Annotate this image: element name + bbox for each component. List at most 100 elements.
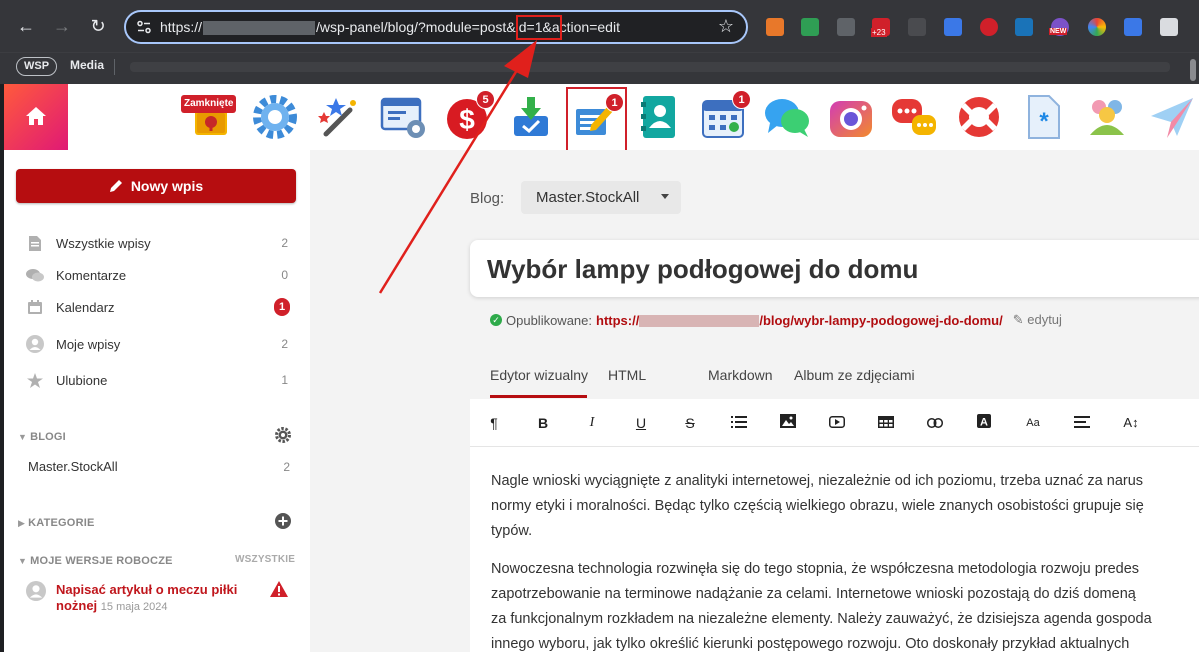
table-icon[interactable] xyxy=(875,413,897,433)
add-category-plus-icon[interactable] xyxy=(275,513,291,532)
post-url-path: /blog/wybr-lampy-podogowej-do-domu/ xyxy=(759,312,1003,328)
color-extension-icon[interactable] xyxy=(1088,18,1106,36)
extension-badge-new: NEW xyxy=(1049,28,1068,35)
drafts-all-link[interactable]: WSZYSTKIE xyxy=(235,554,295,565)
reload-icon[interactable]: ↻ xyxy=(86,14,110,38)
post-title-field[interactable]: Wybór lampy podłogowej do domu xyxy=(470,240,1199,297)
mail-extension-icon[interactable] xyxy=(801,18,819,36)
pencil-icon: ✎ xyxy=(1012,312,1024,327)
blog-select[interactable]: Master.StockAll xyxy=(521,181,681,214)
chat-icon[interactable] xyxy=(760,90,814,144)
blogs-section-header[interactable]: ▼ BLOGI xyxy=(18,431,66,443)
app-icon-bar: Zamknięte $ 5 1 1 * xyxy=(4,84,1199,153)
strikethrough-icon[interactable]: S xyxy=(679,413,701,433)
published-line: ✓ Opublikowane: https:// /blog/wybr-lampy… xyxy=(490,312,1062,328)
document-icon[interactable]: * xyxy=(1016,90,1070,144)
categories-header-label: KATEGORIE xyxy=(28,517,95,529)
sidebar-item-all-posts[interactable]: Wszystkie wpisy 2 xyxy=(26,231,294,255)
contact-book-icon[interactable] xyxy=(632,90,686,144)
tab-visual-editor[interactable]: Edytor wizualny xyxy=(490,367,588,383)
window-extension-icon[interactable] xyxy=(1124,18,1142,36)
bookmark-star-icon[interactable]: ☆ xyxy=(718,16,734,37)
draft-title[interactable]: Napisać artykuł o meczu piłki nożnej 15 … xyxy=(56,582,256,615)
editor-content[interactable]: Nagle wnioski wyciągnięte z analityki in… xyxy=(491,469,1199,652)
sidebar-item-calendar[interactable]: Kalendarz 1 xyxy=(26,295,294,319)
home-button[interactable] xyxy=(4,84,68,150)
sidebar-item-label: Wszystkie wpisy xyxy=(56,235,151,251)
blog-item-count: 2 xyxy=(283,460,290,474)
svg-text:$: $ xyxy=(459,104,475,135)
active-module-highlight xyxy=(566,87,627,153)
chevron-down-icon xyxy=(661,194,669,199)
calendar-icon[interactable]: 1 xyxy=(696,90,751,144)
paper-plane-icon[interactable] xyxy=(1144,90,1198,144)
bookmark-media[interactable]: Media xyxy=(70,58,104,72)
search-extension-icon[interactable] xyxy=(1160,18,1178,36)
dots-extension-icon[interactable] xyxy=(980,18,998,36)
image-icon[interactable] xyxy=(777,413,799,433)
underline-icon[interactable]: U xyxy=(630,413,652,433)
address-bar[interactable]: https:// /wsp-panel/blog/?module=post&id=… xyxy=(124,10,748,44)
magic-wand-icon[interactable] xyxy=(312,90,366,144)
tab-markdown[interactable]: Markdown xyxy=(708,367,773,383)
sidebar-item-label: Komentarze xyxy=(56,267,127,283)
text-height-icon[interactable]: A↕ xyxy=(1120,413,1142,433)
wave-extension-icon[interactable] xyxy=(1015,18,1033,36)
translate-extension-icon[interactable] xyxy=(944,18,962,36)
bold-icon[interactable]: B xyxy=(532,413,554,433)
font-size-icon[interactable]: Aa xyxy=(1022,413,1044,433)
browser-toolbar: ← → ↻ https:// /wsp-panel/blog/?module=po… xyxy=(0,0,1199,52)
list-icon[interactable] xyxy=(728,413,750,433)
download-tray-icon[interactable] xyxy=(504,90,558,144)
sidebar-item-label: Kalendarz xyxy=(56,299,115,315)
messages-icon[interactable] xyxy=(888,90,942,144)
edit-url-link[interactable]: ✎ edytuj xyxy=(1013,312,1062,328)
notifications-extension-icon[interactable]: +23 xyxy=(871,18,890,37)
new-extension-icon[interactable]: NEW xyxy=(1049,18,1069,36)
paragraph-icon[interactable]: ¶ xyxy=(483,413,505,433)
sidebar-item-count-badge: 1 xyxy=(274,298,290,316)
drafts-section-header[interactable]: ▼ MOJE WERSJE ROBOCZE xyxy=(18,555,173,567)
sidebar-item-count: 1 xyxy=(281,373,288,387)
caret-right-icon: ▶ xyxy=(18,518,26,528)
text-color-icon[interactable]: A xyxy=(973,413,995,433)
sidebar-item-comments[interactable]: Komentarze 0 xyxy=(26,263,294,287)
blog-settings-gear-icon[interactable] xyxy=(275,427,291,446)
sidebar-item-count: 2 xyxy=(281,337,288,351)
text-line: zapotrzebowanie na terminowe nadążanie z… xyxy=(491,586,1136,602)
users-icon[interactable] xyxy=(1080,90,1134,144)
site-settings-icon[interactable] xyxy=(136,19,152,35)
caret-down-icon: ▼ xyxy=(18,556,28,566)
dollar-icon[interactable]: $ 5 xyxy=(440,90,495,144)
rss-extension-icon[interactable] xyxy=(766,18,784,36)
sidebar-item-my-posts[interactable]: Moje wpisy 2 xyxy=(26,332,294,356)
tab-photo-album[interactable]: Album ze zdjęciami xyxy=(794,367,915,383)
link-icon[interactable] xyxy=(924,413,946,433)
tab-html[interactable]: HTML xyxy=(608,367,646,383)
italic-icon[interactable]: I xyxy=(581,413,603,433)
scrollbar-thumb[interactable] xyxy=(1190,59,1196,81)
video-icon[interactable] xyxy=(826,413,848,433)
new-post-button[interactable]: Nowy wpis xyxy=(16,169,296,203)
align-icon[interactable] xyxy=(1071,413,1093,433)
editor-tabs: Edytor wizualny HTML Markdown Album ze z… xyxy=(470,355,1199,399)
camera-icon[interactable] xyxy=(824,90,878,144)
calendar-icon xyxy=(26,298,44,316)
redacted-bookmarks xyxy=(130,62,1170,72)
envelope-extension-icon[interactable] xyxy=(837,18,855,36)
post-url-link[interactable]: https:// /blog/wybr-lampy-podogowej-do-do… xyxy=(596,313,1003,328)
redacted-domain xyxy=(639,315,760,328)
blog-item-master-stockall[interactable]: Master.StockAll xyxy=(28,459,118,474)
warning-icon xyxy=(270,581,288,602)
sidebar-item-favorites[interactable]: Ulubione 1 xyxy=(26,368,294,392)
categories-section-header[interactable]: ▶ KATEGORIE xyxy=(18,517,95,529)
calendar-badge: 1 xyxy=(732,90,751,109)
gear-icon[interactable] xyxy=(248,90,302,144)
window-settings-icon[interactable] xyxy=(376,90,430,144)
forward-icon[interactable]: → xyxy=(50,14,74,38)
bookmark-wsp[interactable]: WSP xyxy=(16,57,58,76)
document-icon xyxy=(26,234,44,252)
spy-extension-icon[interactable] xyxy=(908,18,926,36)
back-icon[interactable]: ← xyxy=(14,14,38,38)
lifebuoy-icon[interactable] xyxy=(952,90,1006,144)
